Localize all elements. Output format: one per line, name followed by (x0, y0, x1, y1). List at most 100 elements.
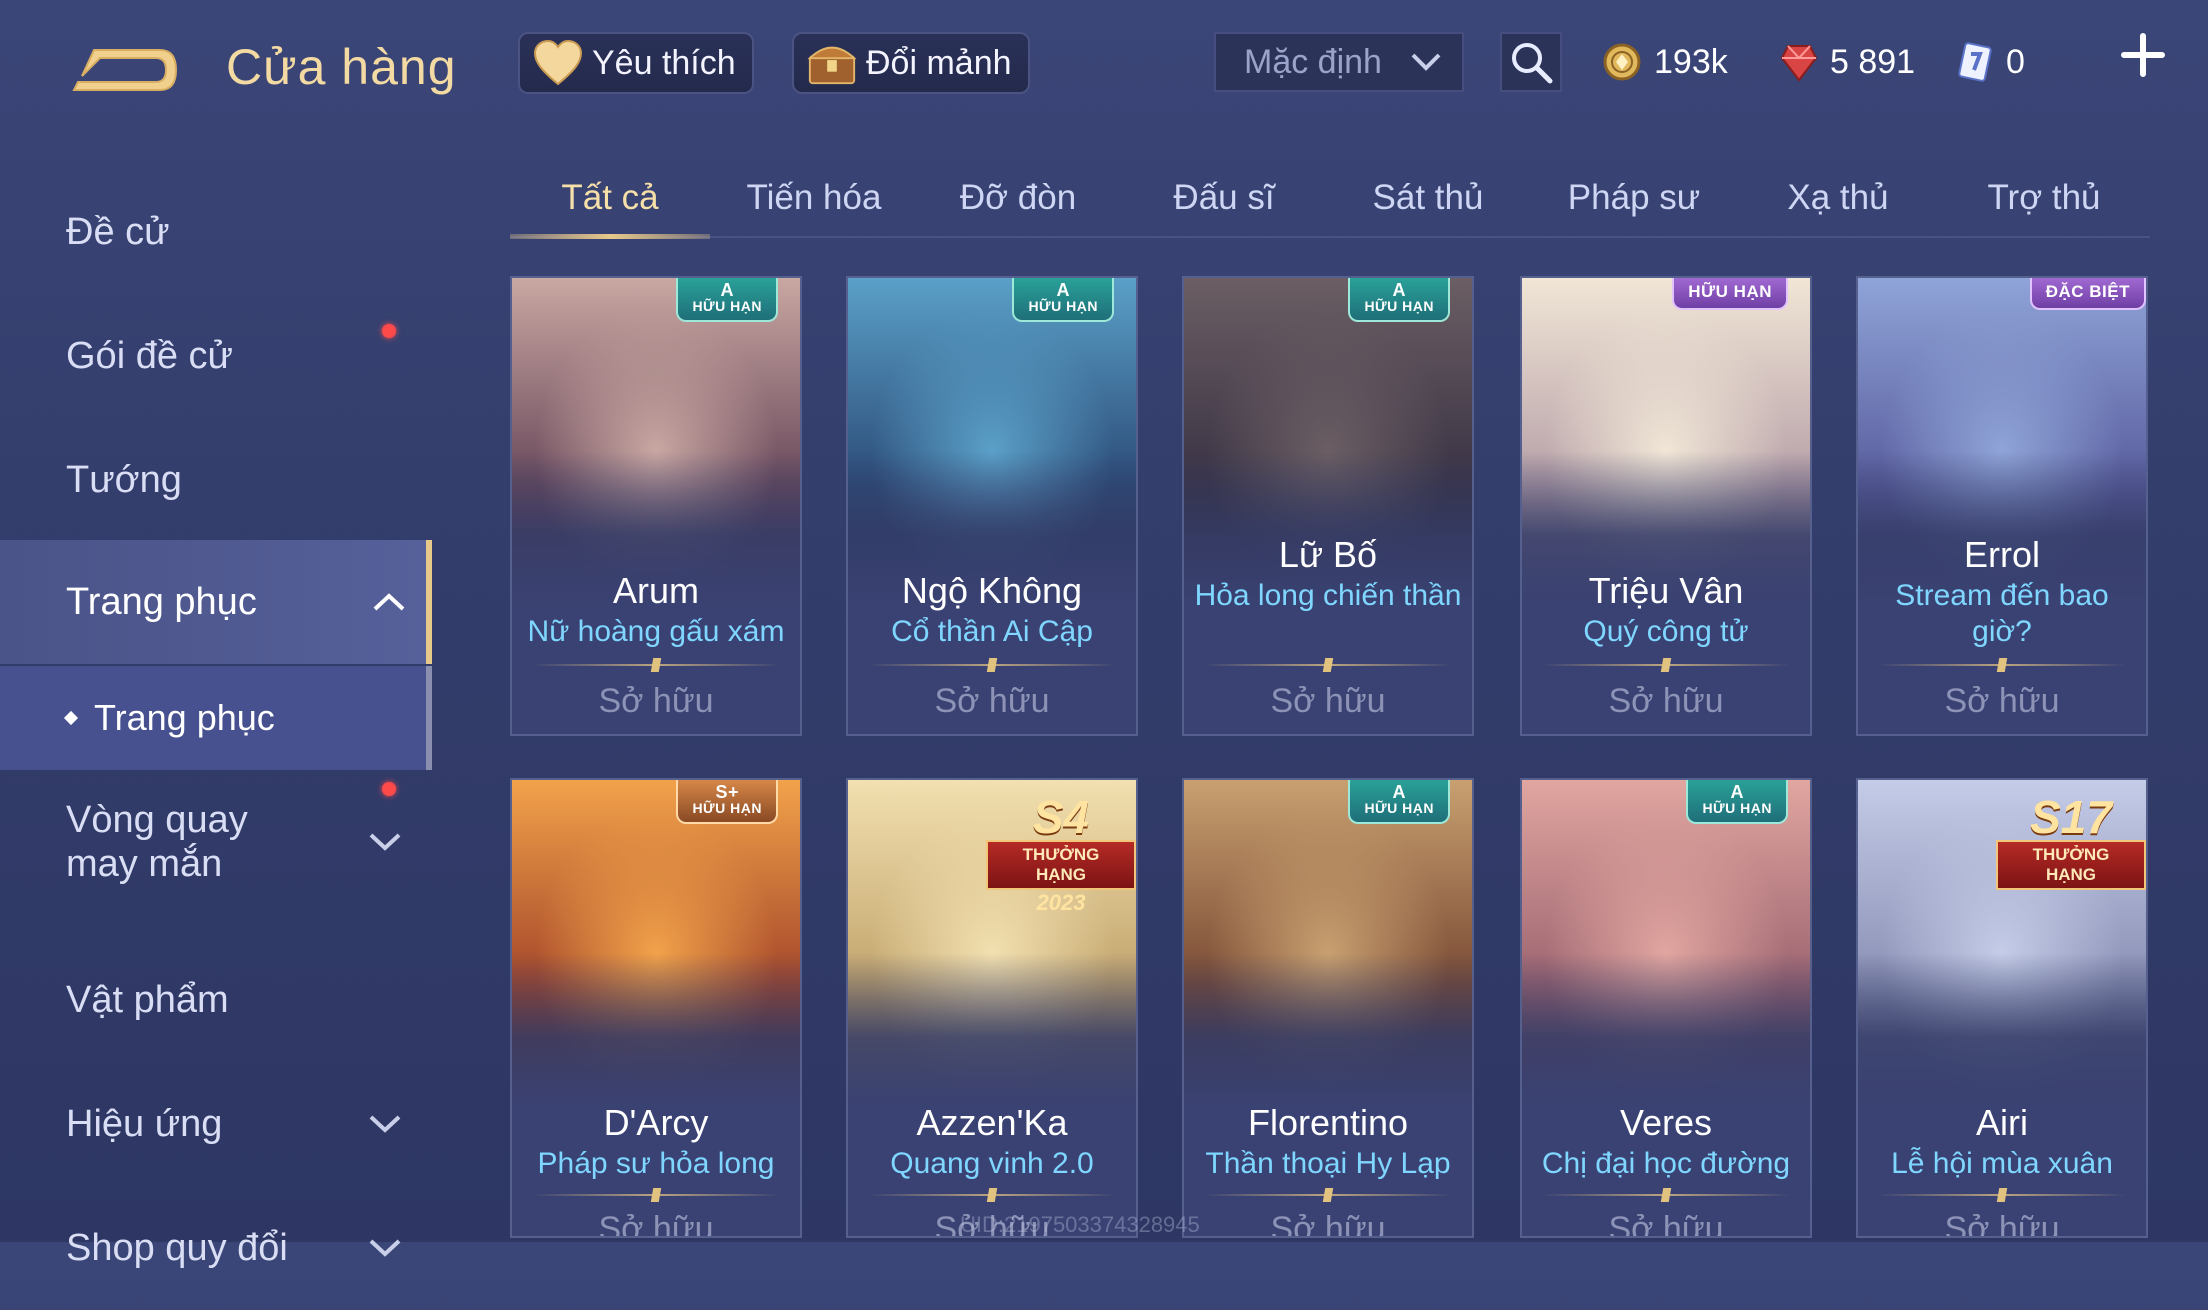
sort-dropdown[interactable]: Mặc định (1214, 32, 1464, 92)
card-divider (1542, 1194, 1790, 1196)
tab-label: Sát thủ (1372, 178, 1484, 217)
tab-label: Tiến hóa (746, 178, 882, 217)
back-arrow-icon[interactable] (64, 36, 180, 102)
gold-amount: 193k (1654, 42, 1728, 81)
hero-name: Azzen'Ka (916, 1102, 1068, 1143)
skin-card[interactable]: S+ HỮU HẠN D'Arcy Pháp sư hỏa long Sở hữu (510, 778, 802, 1238)
sidebar-item-label: Tướng (66, 458, 182, 501)
owned-status: Sở hữu (1270, 682, 1386, 720)
owned-status: Sở hữu (1608, 682, 1724, 720)
notification-dot (382, 324, 396, 338)
skin-grid: A HỮU HẠN Arum Nữ hoàng gấu xám Sở hữu AH… (510, 276, 2150, 1242)
card-divider (532, 664, 780, 666)
sidebar-item-label: Hiệu ứng (66, 1102, 223, 1145)
bullet-diamond-icon (63, 710, 79, 726)
skin-card[interactable]: ĐẶC BIỆT Errol Stream đến bao giờ? Sở hữ… (1856, 276, 2148, 736)
card-divider (532, 1194, 780, 1196)
tab-marksman[interactable]: Xạ thủ (1738, 160, 1938, 236)
tab-label: Pháp sư (1567, 178, 1701, 217)
chevron-down-icon (369, 1115, 401, 1133)
sidebar-item-label: Vòng quay may mắn (66, 799, 248, 885)
exchange-fragments-button[interactable]: Đổi mảnh (792, 32, 1030, 94)
chevron-down-icon (369, 1239, 401, 1257)
sidebar-item-label: Trang phục (66, 580, 257, 623)
search-button[interactable] (1500, 32, 1562, 92)
sidebar-item-featured[interactable]: Đề cử (0, 170, 432, 294)
owned-status: Sở hữu (598, 1210, 714, 1238)
skin-name: Stream đến bao giờ? (1895, 579, 2109, 648)
sidebar-item-heroes[interactable]: Tướng (0, 418, 432, 542)
ruby-currency: 5 891 (1780, 34, 1915, 90)
tab-assassin[interactable]: Sát thủ (1328, 160, 1528, 236)
sidebar-item-items[interactable]: Vật phẩm (0, 938, 432, 1062)
special-badge: ĐẶC BIỆT (2029, 278, 2146, 310)
skin-name: Cổ thần Ai Cập (891, 615, 1093, 648)
chevron-up-icon (373, 593, 405, 611)
skin-name: Quý công tử (1583, 615, 1749, 648)
gold-currency: 193k (1602, 34, 1728, 90)
skin-card[interactable]: HỮU HẠN Triệu Vân Quý công tử Sở hữu (1520, 276, 1812, 736)
limited-badge: S+ HỮU HẠN (676, 780, 778, 824)
skin-name: Lễ hội mùa xuân (1891, 1147, 2113, 1180)
skin-card[interactable]: A HỮU HẠN Florentino Thần thoại Hy Lạp Sở… (1182, 778, 1474, 1238)
sidebar-item-effects[interactable]: Hiệu ứng (0, 1062, 432, 1186)
chevron-down-icon (1411, 53, 1441, 71)
sidebar-item-lucky-spin[interactable]: Vòng quay may mắn (0, 772, 432, 912)
skin-card[interactable]: A HỮU HẠN Veres Chị đại học đường Sở hữu (1520, 778, 1812, 1238)
limited-badge: HỮU HẠN (1672, 278, 1788, 310)
tab-evolution[interactable]: Tiến hóa (714, 160, 914, 236)
tab-support[interactable]: Trợ thủ (1944, 160, 2144, 236)
skin-name: Thần thoại Hy Lạp (1205, 1147, 1451, 1180)
limited-badge: A HỮU HẠN (1348, 780, 1450, 824)
sidebar: Đề cử Gói đề cử Tướng Trang phục Trang p… (0, 170, 432, 1269)
voucher-icon (1958, 42, 1992, 82)
gold-coin-icon (1603, 43, 1641, 81)
sidebar-item-label: Vật phẩm (66, 978, 229, 1021)
tab-label: Xạ thủ (1787, 178, 1889, 217)
notification-dot (382, 782, 396, 796)
chevron-down-icon (369, 833, 401, 851)
owned-status: Sở hữu (598, 682, 714, 720)
skin-card[interactable]: A HỮU HẠN Ngộ Không Cổ thần Ai Cập Sở hữu (846, 276, 1138, 736)
season-rank-badge: S17 THƯỞNG HẠNG (1996, 794, 2146, 890)
search-icon (1512, 43, 1553, 84)
favorite-label: Yêu thích (592, 43, 736, 82)
hero-name: Triệu Vân (1588, 570, 1744, 611)
add-currency-plus-icon[interactable] (2118, 30, 2168, 80)
card-divider (1204, 1194, 1452, 1196)
voucher-amount: 0 (2006, 42, 2025, 81)
tab-all[interactable]: Tất cả (510, 160, 710, 239)
hero-name: Arum (612, 570, 699, 611)
hero-name: Ngộ Không (901, 570, 1083, 611)
tab-tank[interactable]: Đỡ đòn (918, 160, 1118, 236)
ruby-icon (1780, 45, 1818, 82)
sidebar-item-label: Shop quy đổi (66, 1226, 288, 1269)
skin-name: Quang vinh 2.0 (890, 1147, 1094, 1180)
sidebar-item-exchange-shop[interactable]: Shop quy đổi (0, 1186, 432, 1310)
tab-label: Trợ thủ (1987, 178, 2101, 217)
owned-status: Sở hữu (1270, 1210, 1386, 1238)
skin-card[interactable]: S4 THƯỞNG HẠNG 2023 Azzen'Ka Quang vinh … (846, 778, 1138, 1238)
tab-mage[interactable]: Pháp sư (1534, 160, 1734, 236)
skin-card[interactable]: A HỮU HẠN Lữ Bố Hỏa long chiến thần Sở hữ… (1182, 276, 1474, 736)
sidebar-subitem-skins[interactable]: Trang phục (0, 666, 432, 770)
favorite-button[interactable]: Yêu thích (518, 32, 754, 94)
tab-warrior[interactable]: Đấu sĩ (1124, 160, 1324, 236)
limited-badge: A HỮU HẠN (1012, 278, 1114, 322)
exchange-label: Đổi mảnh (866, 43, 1012, 82)
skin-name: Chị đại học đường (1541, 1147, 1791, 1180)
skin-card[interactable]: S17 THƯỞNG HẠNG Airi Lễ hội mùa xuân Sở … (1856, 778, 2148, 1238)
heart-icon (532, 37, 584, 89)
hero-name: Florentino (1247, 1102, 1409, 1143)
skin-card[interactable]: A HỮU HẠN Arum Nữ hoàng gấu xám Sở hữu (510, 276, 802, 736)
hero-name: D'Arcy (603, 1102, 709, 1143)
card-divider (1542, 664, 1790, 666)
top-bar: Cửa hàng Yêu thích Đổi mảnh Mặc định 193… (0, 0, 2208, 130)
sidebar-item-featured-bundles[interactable]: Gói đề cử (0, 294, 432, 418)
role-tabs: Tất cả Tiến hóa Đỡ đòn Đấu sĩ Sát thủ Ph… (510, 160, 2150, 239)
limited-badge: A HỮU HẠN (1686, 780, 1788, 824)
sidebar-item-skins[interactable]: Trang phục (0, 540, 432, 664)
tab-label: Tất cả (561, 178, 659, 217)
owned-status: Sở hữu (1944, 682, 2060, 720)
treasure-chest-icon (806, 37, 858, 89)
